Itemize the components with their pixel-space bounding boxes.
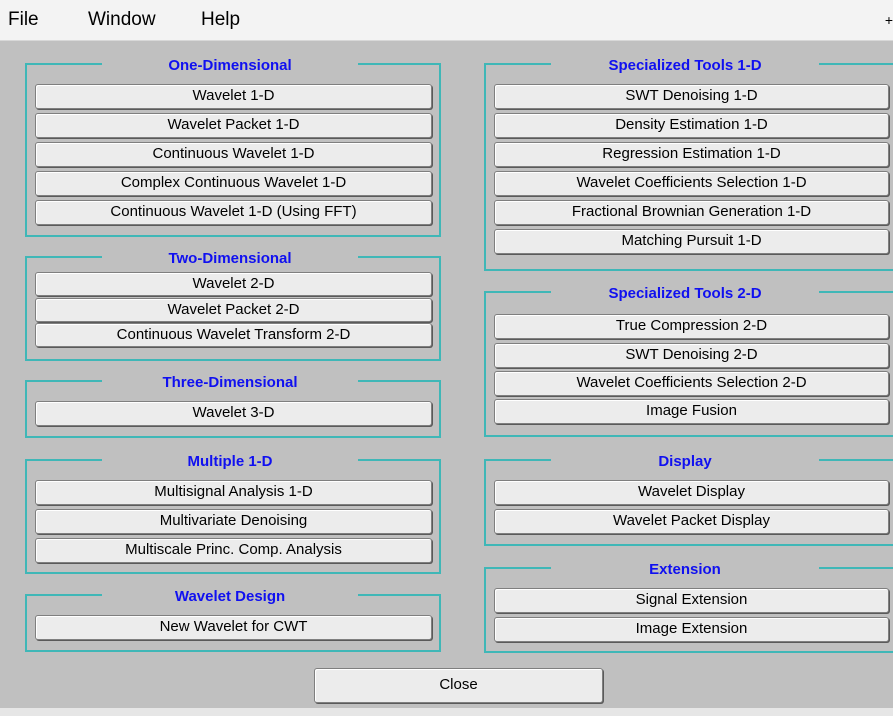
group-title: Wavelet Design	[102, 587, 358, 607]
group-title: Extension	[551, 560, 819, 580]
wavelet-packet-1d-button[interactable]: Wavelet Packet 1-D	[35, 113, 432, 138]
multiscale-princ-comp-analysis-button[interactable]: Multiscale Princ. Comp. Analysis	[35, 538, 432, 563]
signal-extension-button[interactable]: Signal Extension	[494, 588, 889, 613]
matching-pursuit-1d-button[interactable]: Matching Pursuit 1-D	[494, 229, 889, 254]
wavelet-toolbox-main-panel: One-Dimensional Wavelet 1-D Wavelet Pack…	[6, 43, 893, 708]
menu-help[interactable]: Help	[201, 9, 240, 31]
wavelet-display-button[interactable]: Wavelet Display	[494, 480, 889, 505]
group-one-dimensional: One-Dimensional Wavelet 1-D Wavelet Pack…	[25, 56, 441, 237]
wavelet-1d-button[interactable]: Wavelet 1-D	[35, 84, 432, 109]
menu-file[interactable]: File	[8, 9, 39, 31]
group-extension: Extension Signal Extension Image Extensi…	[484, 560, 893, 653]
wavelet-2d-button[interactable]: Wavelet 2-D	[35, 272, 432, 296]
group-two-dimensional: Two-Dimensional Wavelet 2-D Wavelet Pack…	[25, 249, 441, 361]
group-specialized-tools-2d: Specialized Tools 2-D True Compression 2…	[484, 284, 893, 437]
group-title: Three-Dimensional	[102, 373, 358, 393]
menu-window[interactable]: Window	[88, 9, 156, 31]
continuous-wavelet-1d-fft-button[interactable]: Continuous Wavelet 1-D (Using FFT)	[35, 200, 432, 225]
window-bottom-edge	[0, 708, 893, 716]
multisignal-analysis-1d-button[interactable]: Multisignal Analysis 1-D	[35, 480, 432, 505]
image-extension-button[interactable]: Image Extension	[494, 617, 889, 642]
close-button[interactable]: Close	[314, 668, 603, 703]
complex-continuous-wavelet-1d-button[interactable]: Complex Continuous Wavelet 1-D	[35, 171, 432, 196]
density-estimation-1d-button[interactable]: Density Estimation 1-D	[494, 113, 889, 138]
regression-estimation-1d-button[interactable]: Regression Estimation 1-D	[494, 142, 889, 167]
group-title: Display	[551, 452, 819, 472]
group-display: Display Wavelet Display Wavelet Packet D…	[484, 452, 893, 546]
wavelet-coefficients-selection-2d-button[interactable]: Wavelet Coefficients Selection 2-D	[494, 371, 889, 396]
continuous-wavelet-1d-button[interactable]: Continuous Wavelet 1-D	[35, 142, 432, 167]
wavelet-3d-button[interactable]: Wavelet 3-D	[35, 401, 432, 426]
true-compression-2d-button[interactable]: True Compression 2-D	[494, 314, 889, 339]
group-specialized-tools-1d: Specialized Tools 1-D SWT Denoising 1-D …	[484, 56, 893, 271]
continuous-wavelet-transform-2d-button[interactable]: Continuous Wavelet Transform 2-D	[35, 323, 432, 347]
menu-corner-icon[interactable]: +	[885, 12, 893, 28]
group-title: Two-Dimensional	[102, 249, 358, 269]
group-title: Specialized Tools 1-D	[551, 56, 819, 76]
wavelet-coefficients-selection-1d-button[interactable]: Wavelet Coefficients Selection 1-D	[494, 171, 889, 196]
fractional-brownian-generation-1d-button[interactable]: Fractional Brownian Generation 1-D	[494, 200, 889, 225]
group-title: Multiple 1-D	[102, 452, 358, 472]
multivariate-denoising-button[interactable]: Multivariate Denoising	[35, 509, 432, 534]
new-wavelet-for-cwt-button[interactable]: New Wavelet for CWT	[35, 615, 432, 640]
menu-bar: File Window Help +	[0, 0, 893, 41]
wavelet-packet-display-button[interactable]: Wavelet Packet Display	[494, 509, 889, 534]
group-three-dimensional: Three-Dimensional Wavelet 3-D	[25, 373, 441, 438]
swt-denoising-2d-button[interactable]: SWT Denoising 2-D	[494, 343, 889, 368]
image-fusion-button[interactable]: Image Fusion	[494, 399, 889, 424]
group-multiple-1d: Multiple 1-D Multisignal Analysis 1-D Mu…	[25, 452, 441, 574]
swt-denoising-1d-button[interactable]: SWT Denoising 1-D	[494, 84, 889, 109]
wavelet-packet-2d-button[interactable]: Wavelet Packet 2-D	[35, 298, 432, 322]
group-title: One-Dimensional	[102, 56, 358, 76]
group-title: Specialized Tools 2-D	[551, 284, 819, 304]
group-wavelet-design: Wavelet Design New Wavelet for CWT	[25, 587, 441, 652]
